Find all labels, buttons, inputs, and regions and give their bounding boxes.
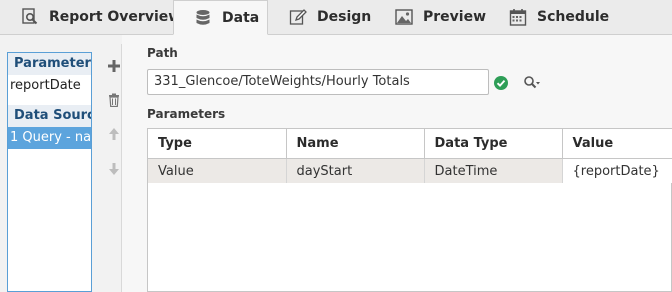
tab-label: Preview <box>423 9 487 25</box>
parameters-datasources-list: Parameters reportDate Data Sources 1 Que… <box>7 52 92 292</box>
valid-check-icon <box>494 76 508 90</box>
calendar-icon <box>508 7 528 27</box>
arrow-up-icon <box>109 128 119 140</box>
tab-label: Data <box>222 9 260 26</box>
parameter-item[interactable]: reportDate <box>8 75 91 97</box>
tab-bar: Report Overview Data Design Preview Sche… <box>0 0 672 35</box>
cell-data-type[interactable]: DateTime <box>424 158 563 183</box>
tab-label: Design <box>317 9 372 25</box>
datasource-editor: Path 331_Glencoe/ToteWeights/Hourly Tota… <box>122 35 672 292</box>
tab-data[interactable]: Data <box>173 0 268 35</box>
plus-icon <box>108 60 120 72</box>
column-header-data-type[interactable]: Data Type <box>424 129 563 159</box>
column-header-value[interactable]: Value <box>562 129 672 159</box>
cell-value[interactable]: {reportDate} <box>562 158 672 183</box>
tab-preview[interactable]: Preview <box>394 0 486 34</box>
table-header-row: Type Name Data Type Value <box>148 129 672 159</box>
browse-search-icon[interactable] <box>523 75 541 91</box>
datasources-header: Data Sources <box>8 105 91 127</box>
column-header-name[interactable]: Name <box>286 129 425 159</box>
cell-type[interactable]: Value <box>148 158 287 183</box>
trash-icon <box>109 93 119 107</box>
tab-report-overview[interactable]: Report Overview <box>20 0 181 34</box>
tab-label: Report Overview <box>49 9 182 25</box>
datasource-item[interactable]: 1 Query - na... <box>8 127 91 149</box>
pencil-icon <box>288 7 308 27</box>
parameters-table: Type Name Data Type Value Value dayStart… <box>147 128 672 292</box>
table-row[interactable]: Value dayStart DateTime {reportDate} <box>148 158 672 183</box>
path-label: Path <box>147 46 178 60</box>
parameters-header: Parameters <box>8 53 91 75</box>
tab-schedule[interactable]: Schedule <box>508 0 609 34</box>
parameters-label: Parameters <box>147 107 226 121</box>
column-header-type[interactable]: Type <box>148 129 287 159</box>
magnifier-doc-icon <box>20 7 40 27</box>
tab-label: Schedule <box>537 9 610 25</box>
tab-design[interactable]: Design <box>288 0 371 34</box>
path-input[interactable]: 331_Glencoe/ToteWeights/Hourly Totals <box>147 69 489 95</box>
image-icon <box>394 7 414 27</box>
database-icon <box>193 8 213 28</box>
cell-name[interactable]: dayStart <box>286 158 425 183</box>
arrow-down-icon <box>109 163 119 175</box>
